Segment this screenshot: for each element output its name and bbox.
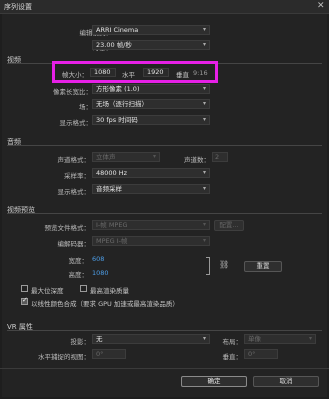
chevron-down-icon: ▾ — [202, 41, 206, 48]
window-title: 序列设置 — [4, 3, 32, 11]
chevron-down-icon: ▾ — [202, 169, 206, 176]
max-render-quality-label: 最高渲染质量 — [90, 287, 129, 295]
chevron-down-icon: ▾ — [308, 335, 312, 342]
pixel-aspect-select[interactable]: 方形像素 (1.0) ▾ — [92, 84, 210, 94]
channel-format-label: 声道格式： — [57, 156, 91, 164]
pixel-aspect-label: 像素长宽比： — [53, 88, 92, 96]
preview-height-label: 高度： — [68, 271, 89, 279]
chevron-down-icon: ▾ — [202, 185, 206, 192]
vertical-view-select[interactable]: 0° — [244, 349, 278, 359]
layout-select[interactable]: 单像 ▾ — [244, 334, 316, 344]
linear-color-label: 以线性颜色合成（要求 GPU 加速或最高渲染品质） — [31, 300, 179, 308]
configure-button[interactable]: 配置... — [214, 220, 244, 231]
chevron-down-icon: ▾ — [202, 335, 206, 342]
vertical-view-label: 垂直： — [222, 353, 243, 361]
preview-file-format-select[interactable]: I-帧 MPEG ▾ — [92, 220, 210, 230]
display-format-select[interactable]: 30 fps 时间码 ▾ — [92, 115, 210, 125]
horizontal-view-label: 水平捕捉的视图： — [38, 353, 90, 361]
channels-label: 声道数： — [184, 156, 210, 164]
chevron-down-icon: ▾ — [202, 221, 206, 228]
divider — [7, 213, 322, 214]
projection-label: 投影： — [70, 338, 91, 346]
max-render-quality-checkbox[interactable] — [80, 285, 87, 292]
divider — [7, 330, 322, 331]
preview-width-value[interactable]: 608 — [92, 255, 104, 263]
ok-button[interactable]: 确定 — [181, 376, 247, 387]
sample-rate-label: 采样率： — [64, 172, 90, 180]
preview-width-label: 宽度： — [68, 257, 89, 265]
codec-select[interactable]: MPEG I-帧 ▾ — [92, 236, 210, 246]
chevron-down-icon: ▾ — [202, 116, 206, 123]
chevron-down-icon: ▾ — [202, 85, 206, 92]
horizontal-view-select[interactable]: 0° — [92, 349, 126, 359]
close-icon[interactable]: ✕ — [317, 1, 325, 11]
timebase-select[interactable]: 23.00 帧/秒 ▾ — [92, 40, 210, 50]
chevron-down-icon: ▾ — [202, 237, 206, 244]
codec-label: 编解码器： — [57, 240, 91, 248]
link-bracket — [206, 257, 210, 275]
frame-size-highlight — [52, 61, 218, 83]
footer-divider — [0, 368, 329, 369]
max-bit-depth-checkbox[interactable] — [21, 285, 28, 292]
reset-button[interactable]: 重置 — [244, 261, 282, 272]
cancel-button[interactable]: 取消 — [253, 376, 319, 387]
divider — [7, 145, 322, 146]
max-bit-depth-label: 最大位深度 — [31, 287, 64, 295]
preview-height-value[interactable]: 1080 — [92, 269, 109, 277]
channels-select[interactable]: 2 — [212, 152, 228, 162]
projection-select[interactable]: 无 ▾ — [92, 334, 210, 344]
sample-rate-select[interactable]: 48000 Hz ▾ — [92, 168, 210, 178]
fields-select[interactable]: 无场（逐行扫描） ▾ — [92, 99, 210, 109]
preview-file-format-label: 预览文件格式： — [44, 224, 91, 232]
audio-display-format-select[interactable]: 音频采样 ▾ — [92, 184, 210, 194]
audio-display-format-label: 显示格式： — [57, 188, 91, 196]
fields-label: 场： — [79, 103, 92, 111]
link-icon[interactable]: ⛓ — [219, 260, 229, 269]
display-format-label: 显示格式： — [59, 119, 93, 127]
channel-format-select[interactable]: 立体声 ▾ — [92, 152, 160, 162]
chevron-down-icon: ▾ — [152, 153, 156, 160]
layout-label: 布局： — [222, 338, 243, 346]
chevron-down-icon: ▾ — [202, 100, 206, 107]
editing-mode-select[interactable]: ARRI Cinema ▾ — [92, 25, 210, 35]
chevron-down-icon: ▾ — [202, 26, 206, 33]
linear-color-checkbox[interactable] — [21, 296, 28, 305]
title-bar: 序列设置 ✕ — [0, 0, 329, 14]
